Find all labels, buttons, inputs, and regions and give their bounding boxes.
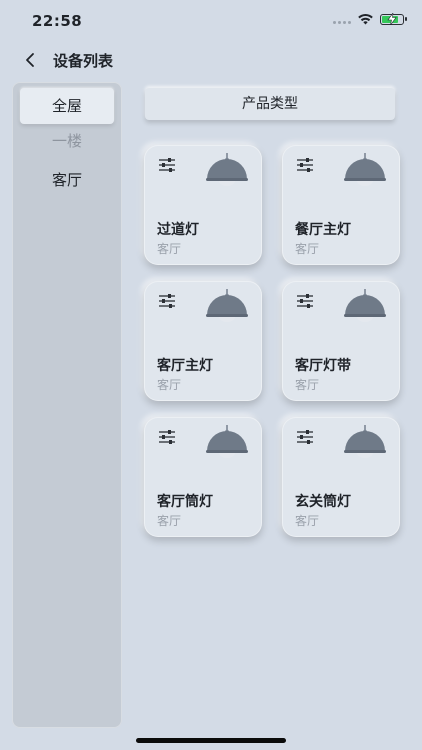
sidebar-item-whole-house[interactable]: 全屋 <box>20 88 114 124</box>
sliders-icon[interactable] <box>296 429 314 445</box>
pendant-lamp-icon <box>204 425 250 459</box>
device-card[interactable]: 客厅主灯 客厅 <box>144 281 262 401</box>
status-icons <box>333 12 407 25</box>
device-name: 客厅筒灯 <box>157 494 213 510</box>
pendant-lamp-icon <box>204 289 250 323</box>
device-room: 客厅 <box>157 378 182 392</box>
pendant-lamp-icon <box>342 425 388 459</box>
device-room: 客厅 <box>295 242 320 256</box>
status-time: 22:58 <box>32 12 83 30</box>
device-name: 玄关筒灯 <box>295 494 351 510</box>
device-card[interactable]: 过道灯 客厅 <box>144 145 262 265</box>
device-card[interactable]: 客厅筒灯 客厅 <box>144 417 262 537</box>
sliders-icon[interactable] <box>158 293 176 309</box>
cellular-signal-icon <box>333 14 351 24</box>
device-name: 客厅灯带 <box>295 358 351 374</box>
chevron-left-icon[interactable] <box>20 50 40 70</box>
sidebar-item-living-room[interactable]: 客厅 <box>20 162 114 198</box>
pendant-lamp-icon <box>342 289 388 323</box>
device-card[interactable]: 餐厅主灯 客厅 <box>282 145 400 265</box>
pendant-lamp-icon <box>342 153 388 187</box>
device-card[interactable]: 玄关筒灯 客厅 <box>282 417 400 537</box>
sliders-icon[interactable] <box>158 157 176 173</box>
floor-sidebar: 全屋 一楼 客厅 <box>12 82 122 728</box>
sidebar-item-first-floor[interactable]: 一楼 <box>20 123 114 159</box>
home-indicator <box>136 738 286 743</box>
nav-header: 设备列表 <box>0 44 422 78</box>
device-name: 客厅主灯 <box>157 358 213 374</box>
pendant-lamp-icon <box>204 153 250 187</box>
device-room: 客厅 <box>295 514 320 528</box>
status-bar: 22:58 <box>0 0 422 44</box>
device-room: 客厅 <box>157 514 182 528</box>
sliders-icon[interactable] <box>296 157 314 173</box>
battery-charging-icon <box>380 12 407 25</box>
product-type-filter-button[interactable]: 产品类型 <box>145 88 395 120</box>
device-name: 过道灯 <box>157 222 199 238</box>
sliders-icon[interactable] <box>158 429 176 445</box>
device-room: 客厅 <box>157 242 182 256</box>
device-card[interactable]: 客厅灯带 客厅 <box>282 281 400 401</box>
device-room: 客厅 <box>295 378 320 392</box>
device-name: 餐厅主灯 <box>295 222 351 238</box>
wifi-icon <box>358 13 373 25</box>
sliders-icon[interactable] <box>296 293 314 309</box>
page-title: 设备列表 <box>53 52 114 70</box>
